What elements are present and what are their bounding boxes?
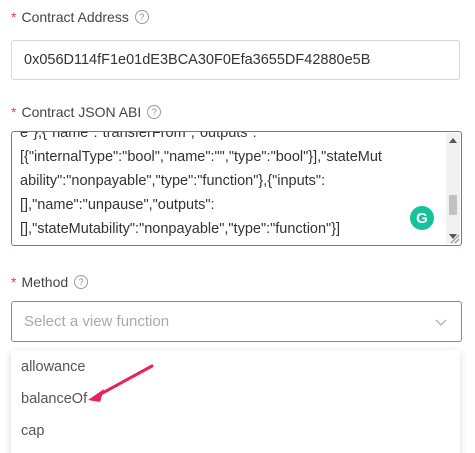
contract-address-label-text: Contract Address [21, 9, 129, 25]
required-mark: * [11, 9, 17, 25]
chevron-down-icon [435, 319, 447, 326]
contract-abi-value: e"},{"name":"transferFrom","outputs": [{… [20, 131, 382, 237]
contract-abi-label: * Contract JSON ABI ? [11, 104, 162, 120]
method-label-text: Method [21, 274, 69, 290]
resize-grip-icon[interactable] [448, 232, 460, 244]
method-select-placeholder: Select a view function [24, 313, 170, 330]
dropdown-option-allowance[interactable]: allowance [11, 352, 460, 382]
contract-abi-textarea[interactable]: e"},{"name":"transferFrom","outputs": [{… [11, 131, 462, 246]
dropdown-option-balanceof[interactable]: balanceOf [11, 384, 460, 414]
dropdown-option-cap[interactable]: cap [11, 416, 460, 446]
help-icon[interactable]: ? [74, 275, 89, 289]
contract-abi-label-text: Contract JSON ABI [21, 104, 142, 120]
method-select[interactable]: Select a view function [11, 301, 462, 342]
help-icon[interactable]: ? [147, 105, 162, 119]
contract-address-value: 0x056D114fF1e01dE3BCA30F0Efa3655DF42880e… [24, 52, 371, 68]
required-mark: * [11, 274, 17, 290]
contract-address-label: * Contract Address ? [11, 9, 149, 25]
scrollbar-thumb[interactable] [449, 195, 457, 215]
grammarly-icon[interactable]: G [410, 206, 434, 230]
method-dropdown: allowance balanceOf cap [11, 350, 460, 453]
help-icon[interactable]: ? [134, 10, 149, 24]
pointer-arrow-annotation [88, 364, 154, 402]
contract-address-input[interactable]: 0x056D114fF1e01dE3BCA30F0Efa3655DF42880e… [11, 40, 460, 80]
textarea-scrollbar[interactable] [446, 133, 460, 244]
method-label: * Method ? [11, 274, 89, 290]
scroll-up-arrow-icon[interactable] [446, 133, 460, 147]
contract-form: * Contract Address ? 0x056D114fF1e01dE3B… [0, 0, 475, 453]
required-mark: * [11, 104, 17, 120]
